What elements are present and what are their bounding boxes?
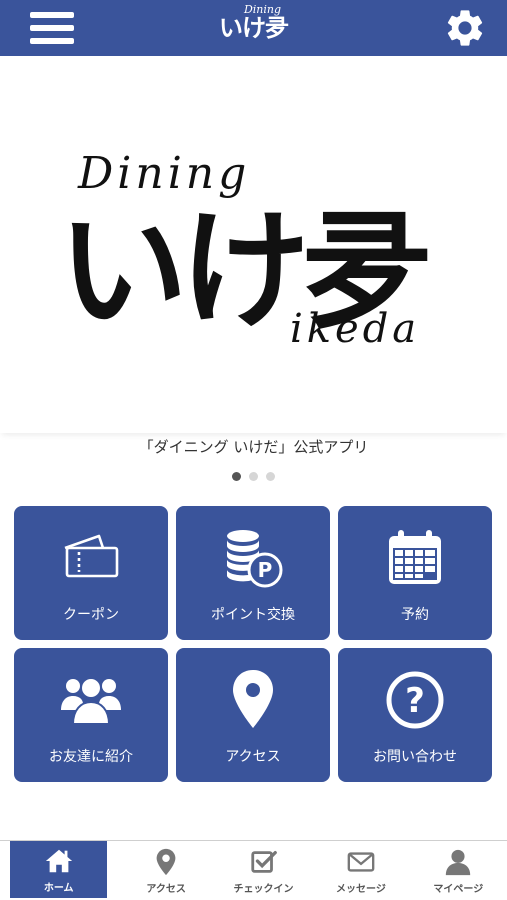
- user-icon: [446, 849, 471, 875]
- carousel-dot-1[interactable]: [232, 472, 241, 481]
- map-pin-icon: [156, 848, 176, 875]
- coupon-button[interactable]: クーポン: [14, 506, 168, 640]
- tab-access-label: アクセス: [146, 883, 186, 895]
- refer-friend-label: お友達に紹介: [49, 749, 133, 765]
- app-header: Dining いけ夛: [0, 0, 507, 56]
- carousel-dots: [0, 472, 507, 481]
- ticket-icon: [64, 534, 119, 578]
- contact-label: お問い合わせ: [373, 749, 457, 765]
- access-button[interactable]: アクセス: [176, 648, 330, 782]
- hero-banner[interactable]: Dining いけ夛 ikeda: [0, 56, 507, 433]
- contact-button[interactable]: ? お問い合わせ: [338, 648, 492, 782]
- calendar-icon: [389, 530, 441, 584]
- banner-caption: 「ダイニング いけだ」公式アプリ: [138, 438, 369, 456]
- bottom-tab-bar: ホーム アクセス チェックイン メッセージ マイページ: [0, 840, 507, 900]
- gear-icon: [447, 10, 483, 46]
- carousel-dot-3[interactable]: [266, 472, 275, 481]
- reservation-label: 予約: [401, 607, 429, 623]
- settings-button[interactable]: [443, 6, 487, 50]
- hero-dining-text: Dining: [78, 148, 251, 199]
- coupon-label: クーポン: [63, 607, 119, 623]
- carousel-dot-2[interactable]: [249, 472, 258, 481]
- point-exchange-label: ポイント交換: [211, 607, 295, 623]
- tab-mypage-label: マイページ: [433, 883, 484, 895]
- tab-home[interactable]: ホーム: [10, 841, 108, 898]
- tab-mypage[interactable]: マイページ: [410, 841, 507, 900]
- svg-text:P: P: [258, 558, 273, 582]
- access-label: アクセス: [225, 749, 281, 765]
- reservation-button[interactable]: 予約: [338, 506, 492, 640]
- header-logo-big: いけ夛: [219, 13, 289, 42]
- tab-home-label: ホーム: [43, 882, 74, 894]
- menu-button[interactable]: [30, 8, 74, 48]
- envelope-icon: [347, 851, 375, 872]
- tab-access[interactable]: アクセス: [117, 841, 214, 900]
- menu-grid: クーポン P ポイント交換 予約 お友達に紹介 アクセス ? お問い合わせ: [14, 506, 492, 782]
- tab-checkin[interactable]: チェックイン: [215, 841, 312, 900]
- svg-text:?: ?: [405, 681, 425, 721]
- checkin-icon: [250, 850, 277, 873]
- tab-message-label: メッセージ: [336, 883, 386, 895]
- tab-message[interactable]: メッセージ: [312, 841, 409, 900]
- users-icon: [61, 677, 121, 725]
- point-exchange-button[interactable]: P ポイント交換: [176, 506, 330, 640]
- refer-friend-button[interactable]: お友達に紹介: [14, 648, 168, 782]
- tab-checkin-label: チェックイン: [233, 883, 294, 895]
- map-pin-icon: [233, 670, 273, 728]
- hero-ikeda-text: ikeda: [290, 306, 421, 352]
- question-icon: ?: [386, 671, 444, 729]
- coins-icon: P: [227, 530, 283, 588]
- header-logo: Dining いけ夛: [219, 4, 289, 42]
- hamburger-icon: [30, 12, 74, 18]
- home-icon: [45, 849, 72, 872]
